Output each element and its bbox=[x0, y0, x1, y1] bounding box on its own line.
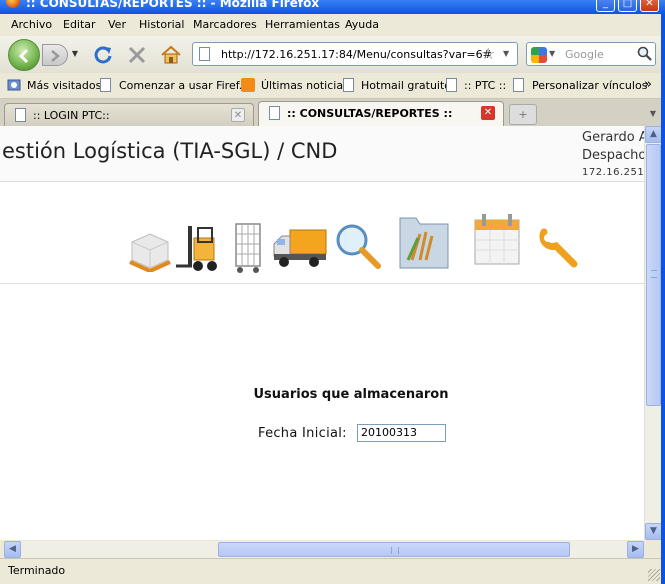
fecha-inicial-input[interactable]: 20100313 bbox=[357, 424, 446, 442]
menu-marcadores[interactable]: Marcadores bbox=[193, 18, 257, 31]
page-icon bbox=[343, 78, 354, 92]
bookmarks-toolbar: Más visitados Comenzar a usar Firef... Ú… bbox=[0, 73, 665, 99]
scroll-up-icon[interactable]: ▲ bbox=[645, 126, 662, 143]
forward-icon[interactable] bbox=[42, 44, 68, 66]
page-icon bbox=[199, 47, 210, 61]
user-ip: 172.16.251 bbox=[582, 167, 644, 178]
bookmark-personalizar[interactable]: Personalizar vínculos bbox=[532, 79, 647, 92]
forklift-icon[interactable] bbox=[174, 222, 226, 274]
url-text[interactable]: http://172.16.251.17:84/Menu/consultas?v… bbox=[221, 48, 492, 61]
firefox-icon bbox=[6, 0, 20, 8]
bookmark-hotmail[interactable]: Hotmail gratuito bbox=[361, 79, 451, 92]
tab-label[interactable]: :: LOGIN PTC:: bbox=[33, 109, 110, 122]
menu-bar: Archivo Editar Ver Historial Marcadores … bbox=[0, 14, 665, 36]
page-content: estión Logística (TIA-SGL) / CND Gerardo… bbox=[0, 126, 644, 540]
scroll-left-icon[interactable]: ◀ bbox=[4, 541, 21, 558]
tab-close-icon[interactable]: ✕ bbox=[481, 106, 495, 120]
google-engine-icon[interactable] bbox=[531, 47, 547, 63]
tab-consultas-reportes[interactable]: :: CONSULTAS/REPORTES :: ✕ bbox=[258, 101, 504, 126]
search-box[interactable]: ▼ Google bbox=[526, 42, 656, 66]
page-icon bbox=[513, 78, 524, 92]
menu-archivo[interactable]: Archivo bbox=[11, 18, 52, 31]
horizontal-scrollbar[interactable]: ◀ ▶ bbox=[4, 541, 644, 558]
back-icon[interactable] bbox=[8, 39, 40, 71]
folder-icon[interactable] bbox=[396, 210, 452, 272]
menu-ayuda[interactable]: Ayuda bbox=[345, 18, 379, 31]
app-header: estión Logística (TIA-SGL) / CND Gerardo… bbox=[0, 126, 644, 182]
bookmark-ptc[interactable]: :: PTC :: bbox=[464, 79, 506, 92]
window-frame-right bbox=[661, 14, 665, 584]
engine-dropdown-icon[interactable]: ▼ bbox=[549, 49, 555, 58]
page-icon bbox=[100, 78, 111, 92]
menu-herramientas[interactable]: Herramientas bbox=[265, 18, 340, 31]
vertical-scrollbar[interactable]: ▲ ▼ bbox=[644, 126, 662, 540]
scroll-down-icon[interactable]: ▼ bbox=[645, 523, 662, 540]
user-name: Gerardo A bbox=[582, 130, 644, 145]
bookmark-ultimas-noticias[interactable]: Últimas noticias bbox=[261, 79, 349, 92]
tab-bar: :: LOGIN PTC:: ✕ :: CONSULTAS/REPORTES :… bbox=[0, 99, 665, 126]
close-icon[interactable]: ✕ bbox=[640, 0, 659, 12]
rss-icon bbox=[241, 78, 255, 92]
page-icon bbox=[446, 78, 457, 92]
resize-grip-icon[interactable] bbox=[648, 569, 660, 581]
pallet-icon[interactable] bbox=[126, 224, 174, 272]
calendar-icon[interactable] bbox=[472, 210, 522, 266]
minimize-icon[interactable]: _ bbox=[596, 0, 615, 12]
maximize-icon[interactable]: □ bbox=[618, 0, 637, 12]
tab-close-icon[interactable]: ✕ bbox=[231, 108, 245, 122]
tab-login-ptc[interactable]: :: LOGIN PTC:: ✕ bbox=[4, 103, 254, 126]
stop-icon[interactable] bbox=[126, 44, 148, 66]
address-bar[interactable]: http://172.16.251.17:84/Menu/consultas?v… bbox=[192, 42, 518, 66]
bookmark-star-icon[interactable]: ☆ bbox=[481, 44, 495, 63]
menu-editar[interactable]: Editar bbox=[63, 18, 96, 31]
tab-list-icon[interactable]: ▼ bbox=[644, 104, 662, 124]
module-icons bbox=[0, 182, 644, 284]
history-dropdown-icon[interactable]: ▼ bbox=[68, 49, 82, 61]
navigation-toolbar: ▼ http://172.16.251.17:84/Menu/consultas… bbox=[0, 36, 665, 73]
menu-historial[interactable]: Historial bbox=[139, 18, 184, 31]
bookmark-comenzar[interactable]: Comenzar a usar Firef... bbox=[119, 79, 249, 92]
wrench-icon[interactable] bbox=[536, 226, 582, 272]
fecha-inicial-label: Fecha Inicial: bbox=[258, 426, 347, 441]
url-dropdown-icon[interactable]: ▼ bbox=[503, 49, 509, 58]
window-title: :: CONSULTAS/REPORTES :: - Mozilla Firef… bbox=[26, 0, 320, 10]
truck-icon[interactable] bbox=[272, 226, 328, 270]
scroll-corner bbox=[644, 541, 661, 558]
bookmarks-overflow-icon[interactable]: » bbox=[644, 77, 652, 92]
reload-icon[interactable] bbox=[92, 44, 114, 66]
search-icon[interactable] bbox=[637, 46, 653, 62]
status-bar: Terminado bbox=[0, 558, 665, 584]
bookmark-mas-visitados[interactable]: Más visitados bbox=[27, 79, 101, 92]
new-tab-icon[interactable]: + bbox=[509, 104, 537, 125]
horizontal-scroll-thumb[interactable] bbox=[218, 542, 570, 557]
search-placeholder[interactable]: Google bbox=[565, 48, 604, 61]
section-title: Usuarios que almacenaron bbox=[253, 387, 449, 402]
scroll-right-icon[interactable]: ▶ bbox=[627, 541, 644, 558]
most-visited-icon bbox=[7, 79, 21, 91]
tab-label[interactable]: :: CONSULTAS/REPORTES :: bbox=[287, 107, 452, 120]
magnifier-icon[interactable] bbox=[332, 220, 384, 272]
window-titlebar: :: CONSULTAS/REPORTES :: - Mozilla Firef… bbox=[0, 0, 665, 14]
page-icon bbox=[15, 108, 26, 122]
user-role: Despacho bbox=[582, 148, 644, 163]
app-title: estión Logística (TIA-SGL) / CND bbox=[2, 139, 338, 163]
cage-cart-icon[interactable] bbox=[232, 222, 264, 274]
menu-ver[interactable]: Ver bbox=[108, 18, 126, 31]
home-icon[interactable] bbox=[160, 44, 182, 66]
status-text: Terminado bbox=[8, 564, 66, 577]
vertical-scroll-thumb[interactable] bbox=[646, 144, 661, 406]
page-icon bbox=[269, 106, 280, 120]
